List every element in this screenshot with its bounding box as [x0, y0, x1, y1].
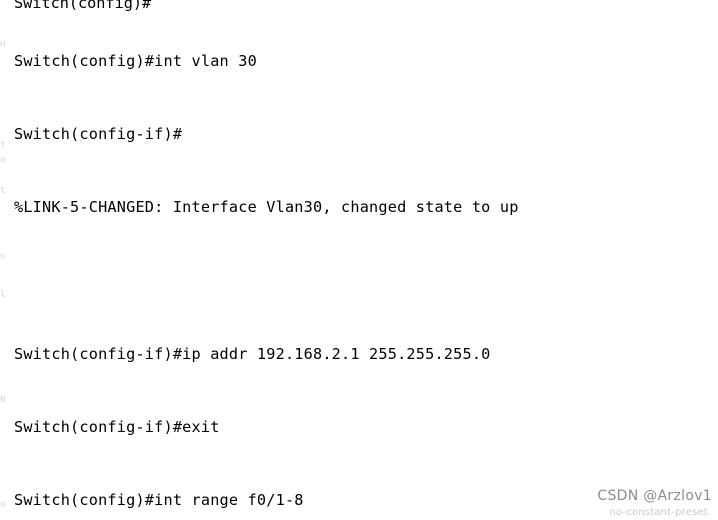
terminal-screenshot: Switch(config)# Switch(config)#int vlan … — [0, 0, 718, 520]
terminal-line: %LINK-5-CHANGED: Interface Vlan30, chang… — [14, 198, 519, 217]
edge-artifact: o — [0, 500, 6, 510]
edge-artifact: t — [0, 186, 6, 196]
edge-artifact: n — [0, 252, 6, 262]
terminal-line: Switch(config)#int vlan 30 — [14, 51, 257, 70]
watermark-secondary-text: no-constant-preset — [609, 507, 708, 518]
terminal-output[interactable]: Switch(config)#int vlan 30 Switch(config… — [14, 0, 718, 520]
edge-artifact: o — [0, 155, 6, 165]
watermark-text: CSDN @Arzlov1 — [597, 488, 712, 504]
edge-artifact: l — [0, 290, 6, 300]
terminal-line: Switch(config-if)# — [14, 125, 183, 144]
edge-artifact: t — [0, 140, 6, 150]
terminal-line: Switch(config-if)#ip addr 192.168.2.1 25… — [14, 344, 491, 363]
edge-artifact: H — [0, 40, 6, 50]
terminal-line: Switch(config-if)#exit — [14, 417, 220, 436]
edge-artifact: N — [0, 395, 6, 405]
